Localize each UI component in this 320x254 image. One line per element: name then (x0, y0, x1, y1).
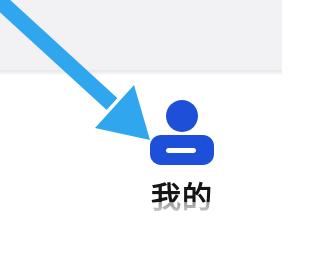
pointer-arrow-icon (0, 0, 150, 140)
